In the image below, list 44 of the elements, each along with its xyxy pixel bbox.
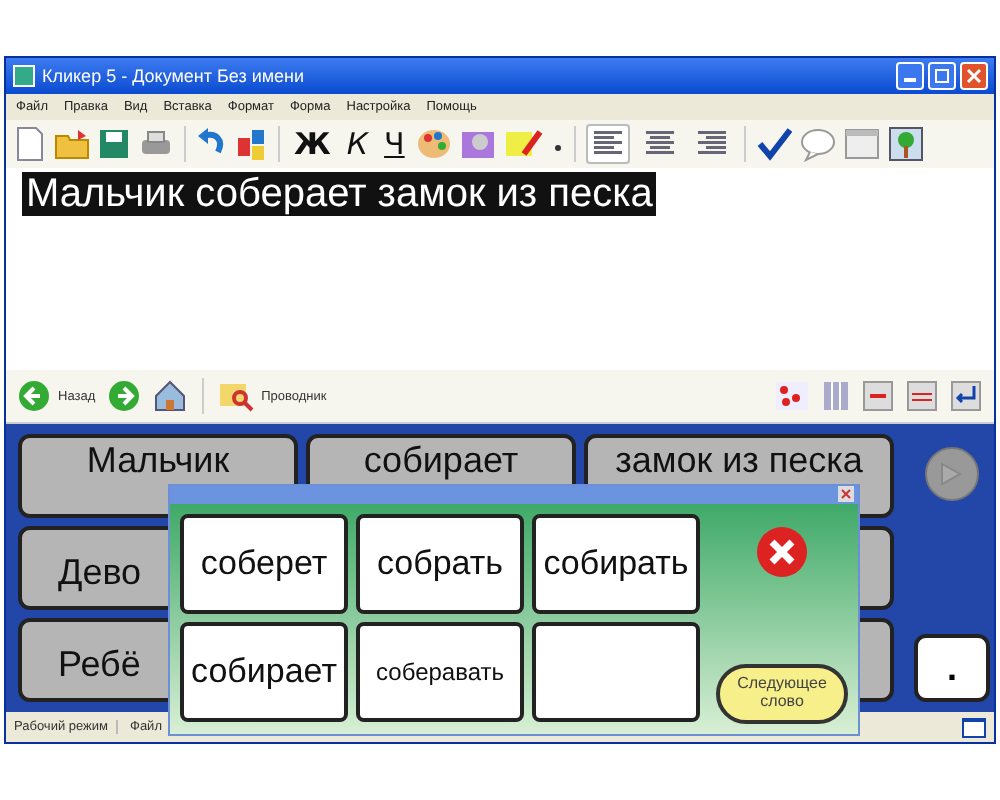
window-icon	[962, 717, 986, 738]
tree-picture-icon[interactable]	[888, 125, 925, 162]
close-icon	[966, 67, 982, 84]
maximize-button[interactable]	[928, 61, 956, 90]
magnifier-icon	[217, 380, 254, 413]
close-icon[interactable]	[838, 486, 854, 502]
home-icon[interactable]	[151, 380, 188, 413]
align-icon	[592, 129, 625, 158]
folder-icon[interactable]	[54, 127, 90, 160]
palette-icon[interactable]	[416, 125, 453, 162]
minimize-button[interactable]	[896, 61, 924, 90]
letters-icon[interactable]	[774, 380, 810, 413]
word-option[interactable]: соберет	[180, 514, 348, 614]
new-document-icon[interactable]	[14, 125, 46, 162]
app-icon	[12, 63, 36, 88]
save-icon[interactable]	[98, 127, 130, 160]
word-option[interactable]: собирать	[532, 514, 700, 614]
word-option[interactable]	[532, 622, 700, 722]
word-option[interactable]: соберавать	[356, 622, 524, 722]
next-word-button[interactable]: Следующее слово	[716, 664, 848, 724]
punctuation-cell[interactable]: .	[914, 634, 990, 703]
word-option[interactable]: собрать	[356, 514, 524, 614]
round-button-icon[interactable]	[924, 446, 980, 503]
text-pen-icon[interactable]	[504, 125, 545, 162]
format-button[interactable]: Ж	[290, 125, 335, 162]
forward-icon[interactable]	[107, 380, 140, 413]
align-button[interactable]	[586, 123, 631, 164]
grid-icon[interactable]	[822, 380, 850, 413]
enter-icon[interactable]	[950, 380, 982, 413]
check-mark-icon[interactable]	[756, 125, 793, 162]
format-button[interactable]: Ч	[380, 125, 409, 162]
print-icon[interactable]	[138, 127, 174, 160]
align-icon	[644, 129, 677, 158]
maximize-icon	[934, 67, 950, 84]
close-icon[interactable]	[756, 526, 808, 578]
align-icon	[696, 129, 729, 158]
close-button[interactable]	[960, 61, 988, 90]
window-title: Кликер 5 - Документ Без имени	[42, 65, 305, 86]
arrow-left-icon[interactable]	[862, 380, 894, 413]
spelling-icon[interactable]	[236, 125, 268, 162]
format-button[interactable]: К	[342, 125, 373, 162]
minimize-icon	[904, 78, 916, 83]
document-text: Мальчик соберает замок из песка	[22, 171, 657, 216]
word-option[interactable]: собирает	[180, 622, 348, 722]
